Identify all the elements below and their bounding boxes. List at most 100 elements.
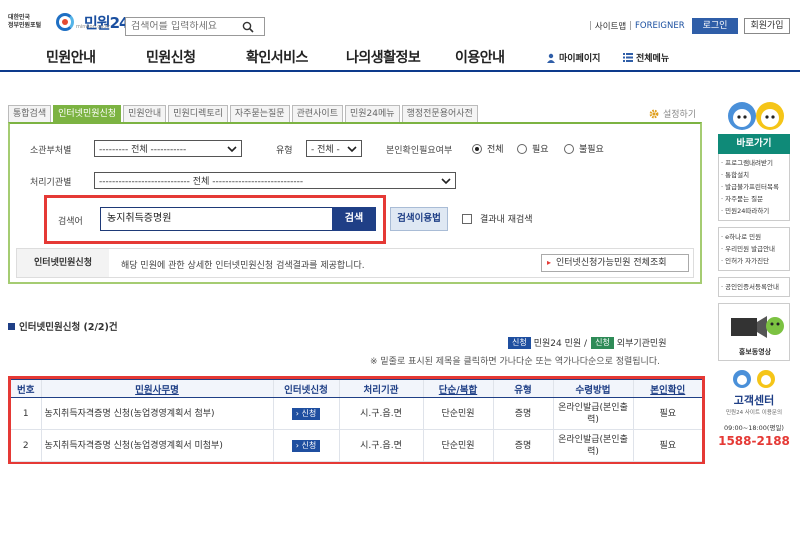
quick-link[interactable]: · 우리민원 발급안내 bbox=[721, 243, 787, 255]
search-help-button[interactable]: 검색이용법 bbox=[390, 207, 448, 231]
tab-integrated[interactable]: 통합검색 bbox=[8, 105, 52, 122]
search-button[interactable]: 검색 bbox=[332, 207, 376, 231]
promo-video-label: 홍보동영상 bbox=[738, 348, 772, 356]
nav-item-life-info[interactable]: 나의생활정보 bbox=[346, 47, 421, 67]
promo-video-banner[interactable]: 홍보동영상 bbox=[718, 303, 790, 361]
nav-item-usage[interactable]: 이용안내 bbox=[455, 47, 505, 67]
quick-links: · 프로그램내려받기 · 통합설치 · 발급불가프린터목록 · 자주묻는 질문 … bbox=[718, 154, 790, 221]
customer-center-hours: 09:00~18:00(평일) bbox=[724, 424, 784, 432]
col-header-auth[interactable]: 본인확인 bbox=[632, 379, 702, 398]
chevron-down-icon bbox=[227, 146, 237, 153]
legend: 신청 민원24 민원 / 신청 외부기관민원 bbox=[508, 336, 666, 349]
results-title: 인터넷민원신청 (2/2)건 bbox=[8, 319, 118, 333]
row-kind: 단순민원 bbox=[422, 397, 493, 430]
square-bullet-icon bbox=[8, 322, 15, 330]
row-name-link[interactable]: 농지취득자격증명 신청(농업경영계획서 미첨부) bbox=[40, 429, 273, 462]
table-header-row: 번호 민원사무명 인터넷신청 처리기관 단순/복합 유형 수령방법 본인확인 bbox=[11, 379, 702, 398]
auth-radio-all-label: 전체 bbox=[487, 145, 504, 155]
site-logo[interactable]: 대한민국 정부민원포털 민원24 bbox=[8, 9, 129, 35]
auth-radio-all[interactable]: 전체 bbox=[472, 142, 504, 155]
apply-button[interactable]: › 신청 bbox=[291, 439, 321, 452]
row-name-link[interactable]: 농지취득자격증명 신청(농업경영계획서 첨부) bbox=[40, 397, 273, 430]
customer-center-title: 고객센터 bbox=[733, 394, 775, 407]
row-auth: 필요 bbox=[632, 397, 702, 430]
tab-faq[interactable]: 자주묻는질문 bbox=[229, 105, 290, 122]
sitemap-link[interactable]: 사이트맵 bbox=[595, 20, 626, 32]
col-header-name[interactable]: 민원사무명 bbox=[40, 379, 273, 398]
top-search bbox=[125, 17, 265, 36]
col-header-kind[interactable]: 단순/복합 bbox=[422, 379, 493, 398]
search-icon[interactable] bbox=[238, 18, 258, 35]
dept-select[interactable]: --------- 전체 ----------- bbox=[94, 140, 242, 157]
row-no: 2 bbox=[11, 429, 41, 462]
customer-center: 고객센터 민원24 사이트 이용문의 09:00~18:00(평일) 1588-… bbox=[718, 367, 790, 448]
row-org: 시.구.읍.면 bbox=[338, 429, 423, 462]
quick-link[interactable]: · 민원24따라하기 bbox=[721, 205, 787, 217]
customer-center-sub: 민원24 사이트 이용문의 bbox=[725, 410, 783, 416]
legend-text-1: 민원24 민원 / bbox=[533, 339, 588, 349]
quick-links-2: · e하나로 민원 · 우리민원 발급안내 · 인허가 자가진단 bbox=[718, 227, 790, 271]
all-menu-link[interactable]: 전체메뉴 bbox=[623, 51, 669, 64]
tab-directory[interactable]: 민원디렉토리 bbox=[168, 105, 228, 122]
quick-link[interactable]: · 통합설치 bbox=[721, 169, 787, 181]
row-kind: 단순민원 bbox=[422, 429, 493, 462]
quick-link[interactable]: · 인허가 자가진단 bbox=[721, 255, 787, 267]
quick-links-3: · 공인인증서등록안내 bbox=[718, 277, 790, 297]
type-select-value: - 전체 - bbox=[311, 145, 340, 155]
info-text: 해당 민원에 관한 상세한 인터넷민원신청 검색결과를 제공합니다. bbox=[121, 261, 365, 271]
keyword-input[interactable]: 농지취득증명원 bbox=[100, 207, 340, 231]
table-row: 2 농지취득자격증명 신청(농업경영계획서 미첨부) › 신청 시.구.읍.면 … bbox=[11, 429, 702, 462]
research-label: 결과내 재검색 bbox=[480, 215, 533, 225]
tab-minwon24-menu[interactable]: 민원24메뉴 bbox=[345, 105, 400, 122]
auth-radio-not-required[interactable]: 불필요 bbox=[564, 142, 604, 155]
login-button[interactable]: 로그인 bbox=[692, 18, 738, 34]
quick-link[interactable]: · e하나로 민원 bbox=[721, 231, 787, 243]
col-header-no: 번호 bbox=[11, 379, 41, 398]
results-title-text: 인터넷민원신청 (2/2)건 bbox=[19, 322, 118, 333]
org-select-value: ---------------------------- 전체 --------… bbox=[99, 177, 304, 187]
tab-guide[interactable]: 민원안내 bbox=[123, 105, 167, 122]
tab-internet-apply[interactable]: 인터넷민원신청 bbox=[53, 105, 122, 122]
apply-badge-green: 신청 bbox=[591, 336, 614, 349]
nav-item-apply[interactable]: 민원신청 bbox=[146, 47, 196, 67]
view-all-button[interactable]: ▸ 인터넷신청가능민원 전체조회 bbox=[541, 254, 689, 272]
join-button[interactable]: 회원가입 bbox=[744, 18, 790, 34]
right-sidebar: 바로가기 · 프로그램내려받기 · 통합설치 · 발급불가프린터목록 · 자주묻… bbox=[718, 92, 794, 448]
apply-button[interactable]: › 신청 bbox=[291, 407, 321, 420]
tab-terms-dictionary[interactable]: 행정전문용어사전 bbox=[401, 105, 478, 122]
tab-related-sites[interactable]: 관련사이트 bbox=[291, 105, 343, 122]
quick-link[interactable]: · 발급불가프린터목록 bbox=[721, 181, 787, 193]
col-header-receive: 수령방법 bbox=[552, 379, 633, 398]
mascot-icon bbox=[733, 370, 775, 388]
logo-subtitle: minwon.go.kr bbox=[76, 24, 111, 30]
auth-radio-not-required-label: 불필요 bbox=[579, 145, 604, 155]
search-panel: 소관부처별 --------- 전체 ----------- 유형 - 전체 -… bbox=[8, 122, 702, 284]
quick-link[interactable]: · 공인인증서등록안내 bbox=[721, 281, 787, 293]
info-bar: 인터넷민원신청 해당 민원에 관한 상세한 인터넷민원신청 검색결과를 제공합니… bbox=[16, 248, 694, 278]
org-label: 처리기관별 bbox=[30, 178, 72, 188]
research-checkbox[interactable]: 결과내 재검색 bbox=[462, 212, 533, 225]
chevron-down-icon bbox=[441, 178, 451, 185]
auth-radio-required[interactable]: 필요 bbox=[517, 142, 549, 155]
quick-link[interactable]: · 자주묻는 질문 bbox=[721, 193, 787, 205]
dept-select-value: --------- 전체 ----------- bbox=[99, 145, 187, 155]
auth-label: 본인확인필요여부 bbox=[386, 146, 453, 156]
main-nav: 민원안내 민원신청 확인서비스 나의생활정보 이용안내 마이페이지 전체메뉴 bbox=[0, 44, 800, 72]
nav-item-guide[interactable]: 민원안내 bbox=[46, 47, 96, 67]
logo-gov-text: 대한민국 정부민원포털 bbox=[8, 14, 42, 29]
quick-link[interactable]: · 프로그램내려받기 bbox=[721, 157, 787, 169]
nav-item-verify[interactable]: 확인서비스 bbox=[246, 47, 308, 67]
foreigner-link[interactable]: FOREIGNER bbox=[635, 21, 685, 31]
type-select[interactable]: - 전체 - bbox=[306, 140, 362, 157]
apply-button-label: 신청 bbox=[301, 440, 317, 450]
org-select[interactable]: ---------------------------- 전체 --------… bbox=[94, 172, 456, 189]
mypage-link[interactable]: 마이페이지 bbox=[546, 51, 600, 64]
gear-icon bbox=[649, 109, 659, 118]
settings-label: 설정하기 bbox=[663, 110, 697, 120]
settings-link[interactable]: 설정하기 bbox=[648, 107, 696, 120]
top-links: | 사이트맵 | FOREIGNER bbox=[589, 20, 685, 32]
quick-links-title: 바로가기 bbox=[718, 134, 790, 154]
row-auth: 필요 bbox=[632, 429, 702, 462]
row-type: 증명 bbox=[492, 429, 553, 462]
top-search-input[interactable] bbox=[126, 21, 238, 32]
